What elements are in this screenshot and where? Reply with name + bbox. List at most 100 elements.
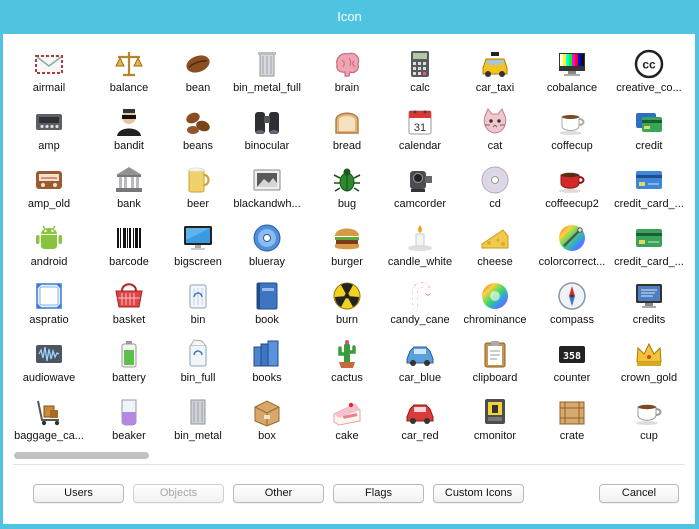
bin-metal-icon <box>182 396 214 428</box>
icon-dialog: Icon airmail balance bean bin_metal_full bra… <box>0 0 699 529</box>
balance-icon <box>113 48 145 80</box>
bin-full-icon <box>182 338 214 370</box>
credit-card-icon <box>633 164 665 196</box>
burger-icon <box>331 222 363 254</box>
camcorder-icon <box>404 164 436 196</box>
beer-icon <box>182 164 214 196</box>
blackandwhite-icon <box>251 164 283 196</box>
brain-icon <box>331 48 363 80</box>
icon-cell[interactable]: android <box>7 214 91 272</box>
icon-label: crown_gold <box>620 372 678 384</box>
icon-cell[interactable]: book <box>225 272 309 330</box>
horizontal-scrollbar[interactable] <box>13 450 685 460</box>
car-red-icon <box>404 396 436 428</box>
bin-metal-full-icon <box>251 48 283 80</box>
cake-icon <box>331 396 363 428</box>
icon-label: cup <box>640 430 658 442</box>
beaker-icon <box>113 396 145 428</box>
box-icon <box>251 396 283 428</box>
bread-icon <box>331 106 363 138</box>
icon-cell[interactable]: bin_metal_full <box>225 40 309 98</box>
icon-cell[interactable]: crown_gold <box>607 330 691 388</box>
icon-cell[interactable]: binocular <box>225 98 309 156</box>
icon-cell[interactable]: audiowave <box>7 330 91 388</box>
icon-label: credit_card_... <box>614 256 684 268</box>
android-icon <box>33 222 65 254</box>
bug-icon <box>331 164 363 196</box>
bank-icon <box>113 164 145 196</box>
calendar-icon-text: 31 <box>414 122 426 134</box>
candle-white-icon <box>404 222 436 254</box>
icon-cell[interactable]: books <box>225 330 309 388</box>
binocular-icon <box>251 106 283 138</box>
icon-cell[interactable]: aspratio <box>7 272 91 330</box>
icon-cell[interactable]: amp_old <box>7 156 91 214</box>
icon-cell[interactable]: box <box>225 388 309 444</box>
icon-cell[interactable]: credit <box>607 98 691 156</box>
book-icon <box>251 280 283 312</box>
counter-icon-text: 358 <box>563 351 581 362</box>
icon-cell[interactable]: credit_card_... <box>607 156 691 214</box>
users-button[interactable]: Users <box>33 484 124 503</box>
divider <box>13 464 685 465</box>
credits-icon <box>633 280 665 312</box>
car-blue-icon <box>404 338 436 370</box>
beans-icon <box>182 106 214 138</box>
car-taxi-icon <box>479 48 511 80</box>
icon-label: credit_card_... <box>614 198 684 210</box>
creative-commons-icon: cc <box>633 48 665 80</box>
window-title: Icon <box>337 9 362 24</box>
coffeecup2-icon <box>556 164 588 196</box>
bean-icon <box>182 48 214 80</box>
cd-icon <box>479 164 511 196</box>
cheese-icon <box>479 222 511 254</box>
objects-button[interactable]: Objects <box>133 484 224 503</box>
chrominance-icon <box>479 280 511 312</box>
candy-cane-icon <box>404 280 436 312</box>
coffecup-icon <box>556 106 588 138</box>
credit-card-green-icon <box>633 222 665 254</box>
scrollbar-thumb[interactable] <box>14 452 149 459</box>
cancel-button[interactable]: Cancel <box>599 484 679 503</box>
amp-icon <box>33 106 65 138</box>
icon-cell[interactable]: blackandwh... <box>225 156 309 214</box>
baggage-cart-icon <box>33 396 65 428</box>
cup-icon <box>633 396 665 428</box>
compass-icon <box>556 280 588 312</box>
cactus-icon <box>331 338 363 370</box>
cobalance-icon <box>556 48 588 80</box>
icon-label: creative_co... <box>616 82 682 94</box>
calc-icon <box>404 48 436 80</box>
crown-gold-icon <box>633 338 665 370</box>
icon-cell[interactable]: baggage_ca... <box>7 388 91 444</box>
audiowave-icon <box>33 338 65 370</box>
calendar-icon: 31 <box>404 106 436 138</box>
icon-label: credits <box>632 314 666 326</box>
flags-button[interactable]: Flags <box>333 484 424 503</box>
cmonitor-icon <box>479 396 511 428</box>
icon-grid: airmail balance bean bin_metal_full brain cal… <box>3 34 695 444</box>
basket-icon <box>113 280 145 312</box>
blueray-icon <box>251 222 283 254</box>
barcode-icon <box>113 222 145 254</box>
icon-cell[interactable]: cc creative_co... <box>607 40 691 98</box>
icon-cell[interactable]: credit_card_... <box>607 214 691 272</box>
icon-cell[interactable]: cup <box>607 388 691 444</box>
cat-icon <box>479 106 511 138</box>
icon-cell[interactable]: credits <box>607 272 691 330</box>
bigscreen-icon <box>182 222 214 254</box>
dialog-content: airmail balance bean bin_metal_full brain cal… <box>3 34 695 524</box>
burn-icon <box>331 280 363 312</box>
icon-cell[interactable]: airmail <box>7 40 91 98</box>
battery-icon <box>113 338 145 370</box>
other-button[interactable]: Other <box>233 484 324 503</box>
custom-icons-button[interactable]: Custom Icons <box>433 484 524 503</box>
airmail-icon <box>33 48 65 80</box>
crate-icon <box>556 396 588 428</box>
icon-cell[interactable]: amp <box>7 98 91 156</box>
clipboard-icon <box>479 338 511 370</box>
credit-icon <box>633 106 665 138</box>
icon-cell[interactable]: blueray <box>225 214 309 272</box>
books-icon <box>251 338 283 370</box>
aspratio-icon <box>33 280 65 312</box>
